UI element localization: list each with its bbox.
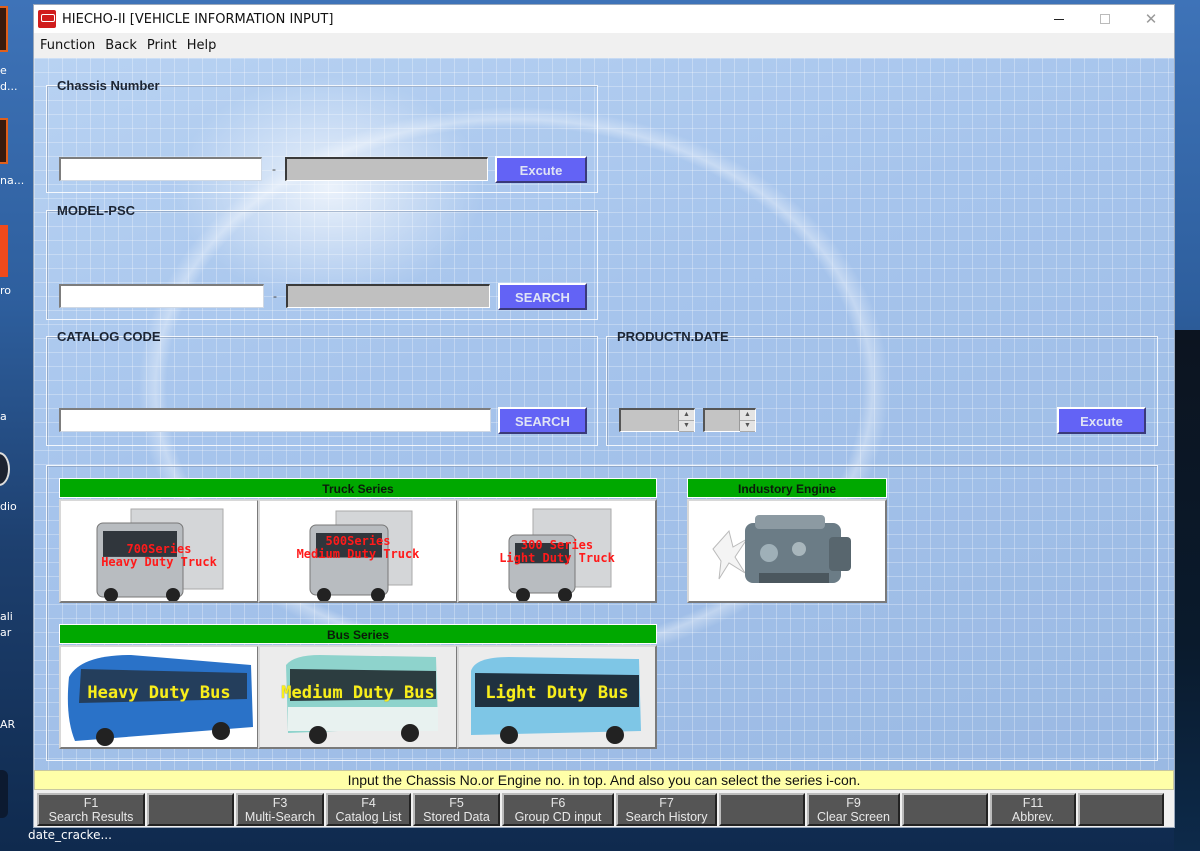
f4-catalog-list-button[interactable]: F4 Catalog List bbox=[326, 793, 411, 826]
spin-up-icon[interactable]: ▲ bbox=[679, 410, 694, 421]
tile-label: 500Series Medium Duty Truck bbox=[296, 534, 420, 561]
catalog-code-input[interactable] bbox=[59, 408, 491, 432]
chassis-number-label: Chassis Number bbox=[57, 78, 160, 93]
series-selection-group: Truck Series 700Series Heavy Duty Truck 5… bbox=[46, 465, 1158, 761]
menu-help[interactable]: Help bbox=[187, 38, 217, 53]
desktop-shortcut-label: ar bbox=[0, 626, 12, 639]
chassis-execute-button[interactable]: Excute bbox=[495, 156, 587, 183]
desktop-shortcut-label: d... bbox=[0, 80, 18, 93]
f12-empty-button[interactable] bbox=[1078, 793, 1164, 826]
f10-empty-button[interactable] bbox=[902, 793, 988, 826]
tile-label: Medium Duty Bus bbox=[281, 683, 435, 703]
tile-label: 300 Series Light Duty Truck bbox=[499, 538, 615, 565]
tile-label: Light Duty Bus bbox=[485, 683, 629, 703]
model-psc-search-button[interactable]: SEARCH bbox=[498, 283, 587, 310]
desktop-wallpaper-mountain bbox=[1174, 330, 1200, 850]
desktop-shortcut-label: na... bbox=[0, 174, 25, 187]
separator: - bbox=[273, 289, 277, 303]
f2-empty-button[interactable] bbox=[147, 793, 234, 826]
desktop-shortcut-label: ro bbox=[0, 284, 12, 297]
light-duty-bus-tile[interactable]: Light Duty Bus bbox=[457, 645, 657, 749]
desktop-shortcut-label: e bbox=[0, 64, 7, 77]
heavy-duty-truck-tile[interactable]: 700Series Heavy Duty Truck bbox=[59, 499, 259, 603]
f1-search-results-button[interactable]: F1 Search Results bbox=[37, 793, 145, 826]
spinner-buttons: ▲ ▼ bbox=[678, 410, 694, 432]
production-month-spinner[interactable]: ▲ ▼ bbox=[703, 408, 756, 432]
window-controls: ✕ bbox=[1036, 5, 1174, 33]
desktop-shortcut-icon[interactable] bbox=[0, 225, 8, 277]
heavy-duty-bus-tile[interactable]: Heavy Duty Bus bbox=[59, 645, 259, 749]
status-message: Input the Chassis No.or Engine no. in to… bbox=[34, 770, 1174, 790]
f6-group-cd-input-button[interactable]: F6 Group CD input bbox=[502, 793, 614, 826]
title-bar[interactable]: HIECHO-II [VEHICLE INFORMATION INPUT] ✕ bbox=[34, 5, 1174, 33]
production-date-execute-button[interactable]: Excute bbox=[1057, 407, 1146, 434]
menu-back[interactable]: Back bbox=[105, 38, 137, 53]
spin-up-icon[interactable]: ▲ bbox=[740, 410, 755, 421]
f8-empty-button[interactable] bbox=[719, 793, 805, 826]
f3-multi-search-button[interactable]: F3 Multi-Search bbox=[236, 793, 324, 826]
f7-search-history-button[interactable]: F7 Search History bbox=[616, 793, 717, 826]
catalog-code-label: CATALOG CODE bbox=[57, 329, 161, 344]
maximize-button[interactable] bbox=[1082, 5, 1128, 33]
close-button[interactable]: ✕ bbox=[1128, 5, 1174, 33]
menu-print[interactable]: Print bbox=[147, 38, 177, 53]
separator: - bbox=[272, 162, 276, 176]
f11-abbrev-button[interactable]: F11 Abbrev. bbox=[990, 793, 1076, 826]
production-date-group: PRODUCTN.DATE ▲ ▼ ▲ ▼ Excute bbox=[606, 329, 1158, 446]
tile-label: Heavy Duty Bus bbox=[87, 683, 231, 703]
engine-image-icon bbox=[712, 515, 851, 583]
menu-bar: Function Back Print Help bbox=[34, 33, 1174, 58]
medium-duty-truck-tile[interactable]: 500Series Medium Duty Truck bbox=[258, 499, 458, 603]
desktop-shortcut-icon[interactable] bbox=[0, 118, 8, 164]
spin-down-icon[interactable]: ▼ bbox=[679, 421, 694, 432]
maximize-icon bbox=[1100, 14, 1110, 24]
bus-series-header: Bus Series bbox=[59, 624, 657, 644]
catalog-code-search-button[interactable]: SEARCH bbox=[498, 407, 587, 434]
desktop-shortcut-icon[interactable] bbox=[0, 770, 8, 818]
vehicle-input-panel: Chassis Number - Excute MODEL-PSC - SEAR… bbox=[34, 58, 1174, 770]
window-title: HIECHO-II [VEHICLE INFORMATION INPUT] bbox=[62, 11, 334, 27]
menu-function[interactable]: Function bbox=[40, 38, 95, 53]
desktop-shortcut-label: ali bbox=[0, 610, 13, 623]
chassis-number-suffix-input[interactable] bbox=[285, 157, 488, 181]
close-icon: ✕ bbox=[1144, 11, 1158, 28]
app-window: HIECHO-II [VEHICLE INFORMATION INPUT] ✕ … bbox=[33, 4, 1175, 828]
chassis-number-input[interactable] bbox=[59, 157, 262, 181]
spinner-buttons: ▲ ▼ bbox=[739, 410, 755, 432]
f9-clear-screen-button[interactable]: F9 Clear Screen bbox=[807, 793, 900, 826]
medium-duty-bus-tile[interactable]: Medium Duty Bus bbox=[258, 645, 458, 749]
model-input[interactable] bbox=[59, 284, 264, 308]
f5-stored-data-button[interactable]: F5 Stored Data bbox=[413, 793, 500, 826]
minimize-icon bbox=[1054, 18, 1064, 20]
psc-input[interactable] bbox=[286, 284, 490, 308]
model-psc-group: MODEL-PSC - SEARCH bbox=[46, 203, 598, 320]
app-logo-icon bbox=[38, 10, 56, 28]
minimize-button[interactable] bbox=[1036, 5, 1082, 33]
industry-engine-tile[interactable] bbox=[687, 499, 887, 603]
desktop-shortcut-label: dio bbox=[0, 500, 17, 513]
tile-label: 700Series Heavy Duty Truck bbox=[101, 542, 217, 569]
desktop-shortcut-label: AR bbox=[0, 718, 16, 731]
function-key-bar: F1 Search Results F3 Multi-Search F4 Catalo… bbox=[34, 791, 1174, 827]
production-year-spinner[interactable]: ▲ ▼ bbox=[619, 408, 695, 432]
production-date-label: PRODUCTN.DATE bbox=[617, 329, 729, 344]
model-psc-label: MODEL-PSC bbox=[57, 203, 135, 218]
desktop-shortcut-label: a bbox=[0, 410, 7, 423]
desktop-shortcut-icon[interactable] bbox=[0, 6, 8, 52]
truck-series-header: Truck Series bbox=[59, 478, 657, 498]
spin-down-icon[interactable]: ▼ bbox=[740, 421, 755, 432]
desktop-file-label[interactable]: date_cracke... bbox=[28, 828, 112, 842]
chassis-number-group: Chassis Number - Excute bbox=[46, 78, 598, 193]
desktop-shortcut-icon[interactable] bbox=[0, 452, 10, 486]
catalog-code-group: CATALOG CODE SEARCH bbox=[46, 329, 598, 446]
industry-engine-header: Industory Engine bbox=[687, 478, 887, 498]
light-duty-truck-tile[interactable]: 300 Series Light Duty Truck bbox=[457, 499, 657, 603]
